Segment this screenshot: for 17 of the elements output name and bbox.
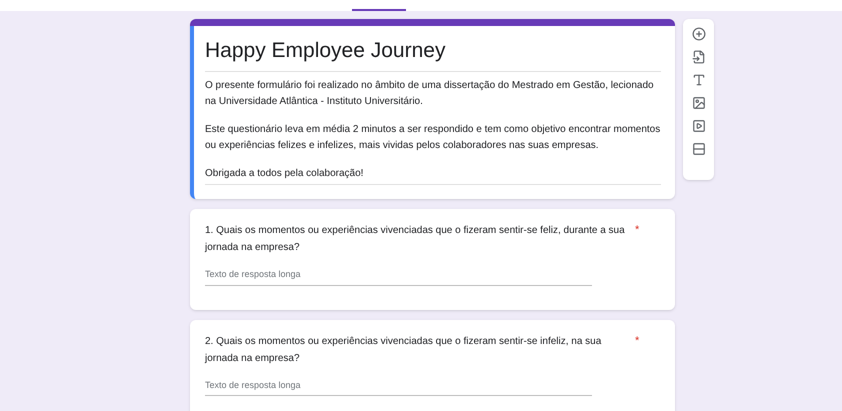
form-description: Este questionário leva em média 2 minutos a ser respondido e tem como objetivo encontrar momentos ou experiências felizes e infelizes, mais vividas pelos colaboradores nas suas empresas. [205, 123, 661, 153]
question-text: 2. Quais os momentos ou experiências vivenciadas que o fizeram sentir-se infeliz, na sua jornada na empresa? [205, 334, 602, 366]
form-description: O presente formulário foi realizado no âmbito de uma dissertação do Mestrado em Gestão, lecionado na Universidade Atlântica - Instituto Universitário. [205, 79, 655, 109]
add-question-icon[interactable] [692, 27, 706, 41]
section-icon[interactable] [692, 142, 706, 156]
answer-field[interactable]: Texto de resposta longa [205, 378, 592, 396]
required-asterisk: * [635, 223, 640, 238]
form-description: Obrigada a todos pela colaboração! [205, 167, 364, 181]
import-icon[interactable] [692, 50, 706, 64]
question-text: 1. Quais os momentos ou experiências vivenciadas que o fizeram sentir-se feliz, durante a sua jornada na empresa? [205, 224, 625, 255]
video-icon[interactable] [692, 119, 706, 133]
form-title[interactable]: Happy Employee Journey [205, 36, 661, 72]
required-asterisk: * [635, 334, 640, 348]
text-icon[interactable] [692, 73, 706, 87]
tab-indicator [352, 9, 406, 11]
answer-field[interactable]: Texto de resposta longa [205, 268, 592, 286]
image-icon[interactable] [692, 96, 706, 110]
